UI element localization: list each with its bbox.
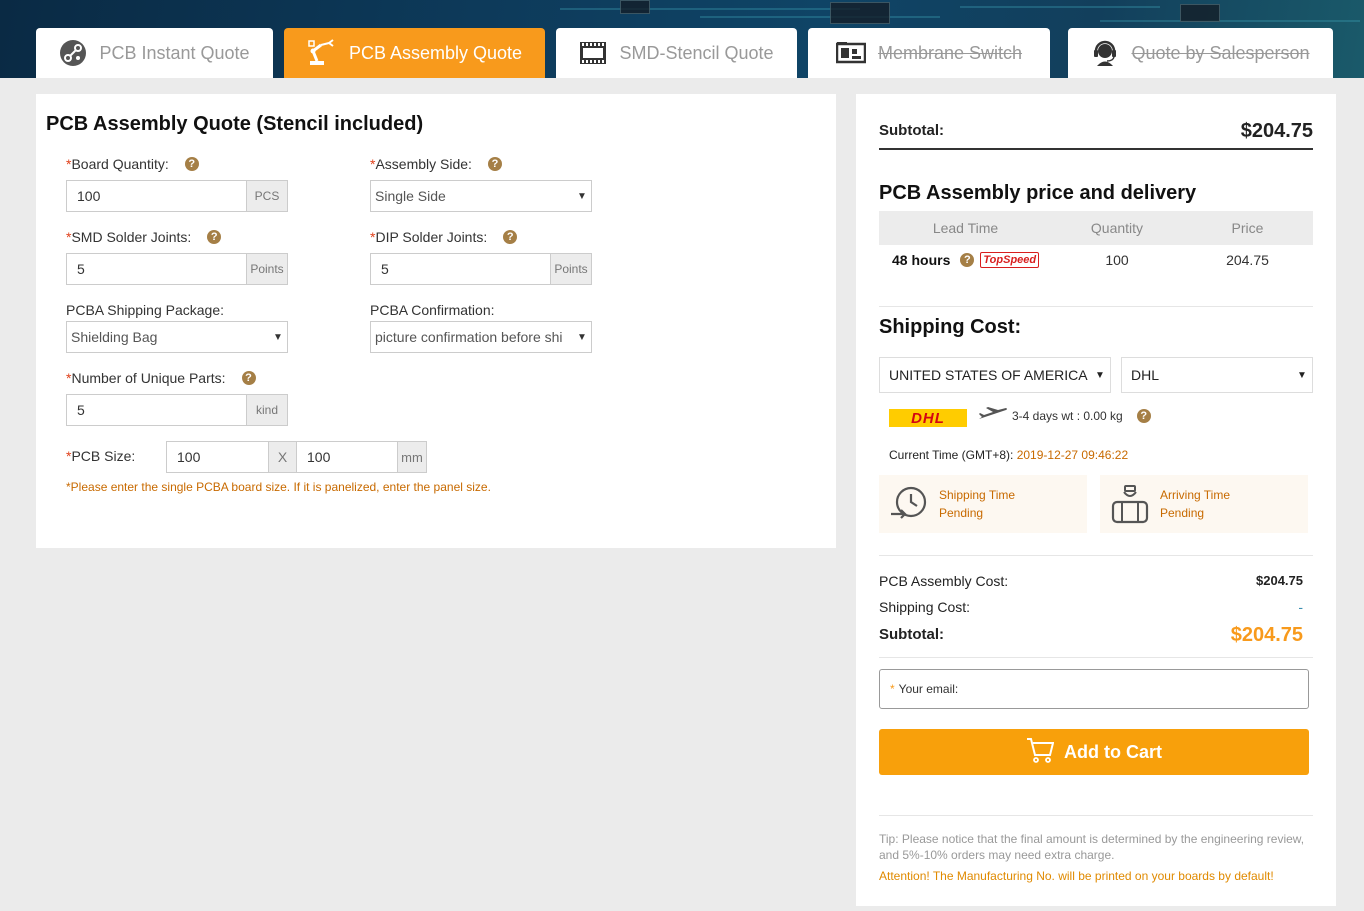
add-to-cart-button[interactable]: Add to Cart <box>879 729 1309 775</box>
table-row[interactable]: 48 hours ? TopSpeed 100 204.75 <box>879 245 1313 275</box>
dropdown-arrow-icon: ▼ <box>577 331 587 343</box>
price-summary-panel: Subtotal: $204.75 PCB Assembly price and… <box>856 94 1336 906</box>
membrane-panel-icon <box>835 41 866 65</box>
unit-label: mm <box>397 442 426 472</box>
dropdown-arrow-icon: ▼ <box>1095 369 1105 381</box>
country-select[interactable]: UNITED STATES OF AMERICA ▼ <box>879 357 1111 393</box>
assembly-cost-row: PCB Assembly Cost: $204.75 <box>879 573 1303 589</box>
headset-agent-icon <box>1091 39 1119 67</box>
price-table: Lead Time Quantity Price 48 hours ? TopS… <box>879 211 1313 275</box>
carrier-select[interactable]: DHL ▼ <box>1121 357 1313 393</box>
courier-package-icon <box>1100 484 1160 524</box>
unit-label: PCS <box>246 181 287 211</box>
assembly-side-select[interactable]: Single Side ▼ <box>370 180 592 212</box>
tab-quote-by-salesperson[interactable]: Quote by Salesperson <box>1068 28 1333 78</box>
tab-label: Membrane Switch <box>877 42 1023 63</box>
dip-joints-input[interactable]: 5 Points <box>370 253 592 285</box>
unique-parts-label: * Number of Unique Parts: ? <box>66 370 256 386</box>
attention-text: Attention! The Manufacturing No. will be… <box>879 869 1274 883</box>
cart-icon <box>1026 737 1055 768</box>
unit-label: kind <box>246 395 287 425</box>
shipping-cost-heading: Shipping Cost: <box>879 316 1022 338</box>
unit-label: Points <box>246 254 287 284</box>
shipping-time-box: Shipping Time Pending <box>879 475 1087 533</box>
dhl-logo: DHL <box>889 409 967 427</box>
topspeed-badge: TopSpeed <box>980 252 1040 268</box>
help-icon[interactable]: ? <box>241 371 256 385</box>
shipping-package-label: PCBA Shipping Package: <box>66 302 224 318</box>
pcb-size-note: *Please enter the single PCBA board size… <box>66 480 491 494</box>
tab-smd-stencil-quote[interactable]: SMD-Stencil Quote <box>556 28 797 78</box>
smd-joints-input[interactable]: 5 Points <box>66 253 288 285</box>
form-title: PCB Assembly Quote (Stencil included) <box>46 113 424 135</box>
confirmation-select[interactable]: picture confirmation before shi ▼ <box>370 321 592 353</box>
price-delivery-heading: PCB Assembly price and delivery <box>879 182 1197 204</box>
dropdown-arrow-icon: ▼ <box>273 331 283 343</box>
pcb-size-input-group: 100 X 100 mm <box>166 441 427 473</box>
price-cell: 204.75 <box>1226 252 1269 268</box>
help-icon[interactable]: ? <box>503 230 518 244</box>
shipping-cost-row: Shipping Cost: - <box>879 599 1303 615</box>
tab-label: PCB Instant Quote <box>99 42 250 63</box>
dropdown-arrow-icon: ▼ <box>577 190 587 202</box>
help-icon[interactable]: ? <box>207 230 222 244</box>
lead-time-cell: 48 hours ? TopSpeed <box>879 252 1052 268</box>
pcb-height-input[interactable]: 100 <box>296 442 397 472</box>
divider <box>879 815 1313 816</box>
dropdown-arrow-icon: ▼ <box>1297 369 1307 381</box>
tab-label: PCB Assembly Quote <box>348 42 523 63</box>
shipping-info: 3-4 days wt : 0.00 kg ? <box>978 407 1151 424</box>
tab-label: SMD-Stencil Quote <box>619 42 774 63</box>
help-icon[interactable]: ? <box>487 157 502 171</box>
smd-joints-label: * SMD Solder Joints: ? <box>66 229 222 245</box>
divider <box>879 306 1313 307</box>
size-separator: X <box>268 442 296 472</box>
airplane-icon <box>978 407 1008 424</box>
dip-joints-label: * DIP Solder Joints: ? <box>370 229 518 245</box>
email-input[interactable]: * Your email: <box>879 669 1309 709</box>
quote-tabs: PCB Instant Quote PCB Assembly Quote SMD… <box>0 28 1364 78</box>
board-quantity-input[interactable]: 100 PCS <box>66 180 288 212</box>
assembly-side-label: * Assembly Side: ? <box>370 156 502 172</box>
stencil-film-icon <box>579 41 607 65</box>
divider <box>879 657 1313 658</box>
unique-parts-input[interactable]: 5 kind <box>66 394 288 426</box>
current-time: Current Time (GMT+8): 2019-12-27 09:46:2… <box>889 448 1129 462</box>
robot-arm-icon <box>307 39 337 67</box>
tab-label: Quote by Salesperson <box>1131 42 1310 63</box>
arriving-time-box: Arriving Time Pending <box>1100 475 1308 533</box>
tab-pcb-instant-quote[interactable]: PCB Instant Quote <box>36 28 273 78</box>
board-quantity-label: * Board Quantity: ? <box>66 156 199 172</box>
quantity-cell: 100 <box>1105 252 1129 268</box>
bottom-subtotal-row: Subtotal: $204.75 <box>879 624 1303 646</box>
assembly-quote-form: PCB Assembly Quote (Stencil included) * … <box>36 94 836 548</box>
top-subtotal-row: Subtotal: $204.75 <box>879 120 1313 150</box>
confirmation-label: PCBA Confirmation: <box>370 302 495 318</box>
help-icon[interactable]: ? <box>960 253 975 267</box>
clock-arrow-icon <box>879 484 939 524</box>
table-header: Lead Time Quantity Price <box>879 211 1313 245</box>
tip-text: Tip: Please notice that the final amount… <box>879 832 1305 862</box>
pcb-link-icon <box>59 39 87 67</box>
divider <box>879 555 1313 556</box>
shipping-package-select[interactable]: Shielding Bag ▼ <box>66 321 288 353</box>
help-icon[interactable]: ? <box>184 157 199 171</box>
pcb-size-label: * PCB Size: <box>66 448 136 464</box>
tab-membrane-switch[interactable]: Membrane Switch <box>808 28 1050 78</box>
unit-label: Points <box>550 254 591 284</box>
tab-pcb-assembly-quote[interactable]: PCB Assembly Quote <box>284 28 545 78</box>
pcb-width-input[interactable]: 100 <box>167 442 268 472</box>
help-icon[interactable]: ? <box>1136 408 1151 423</box>
